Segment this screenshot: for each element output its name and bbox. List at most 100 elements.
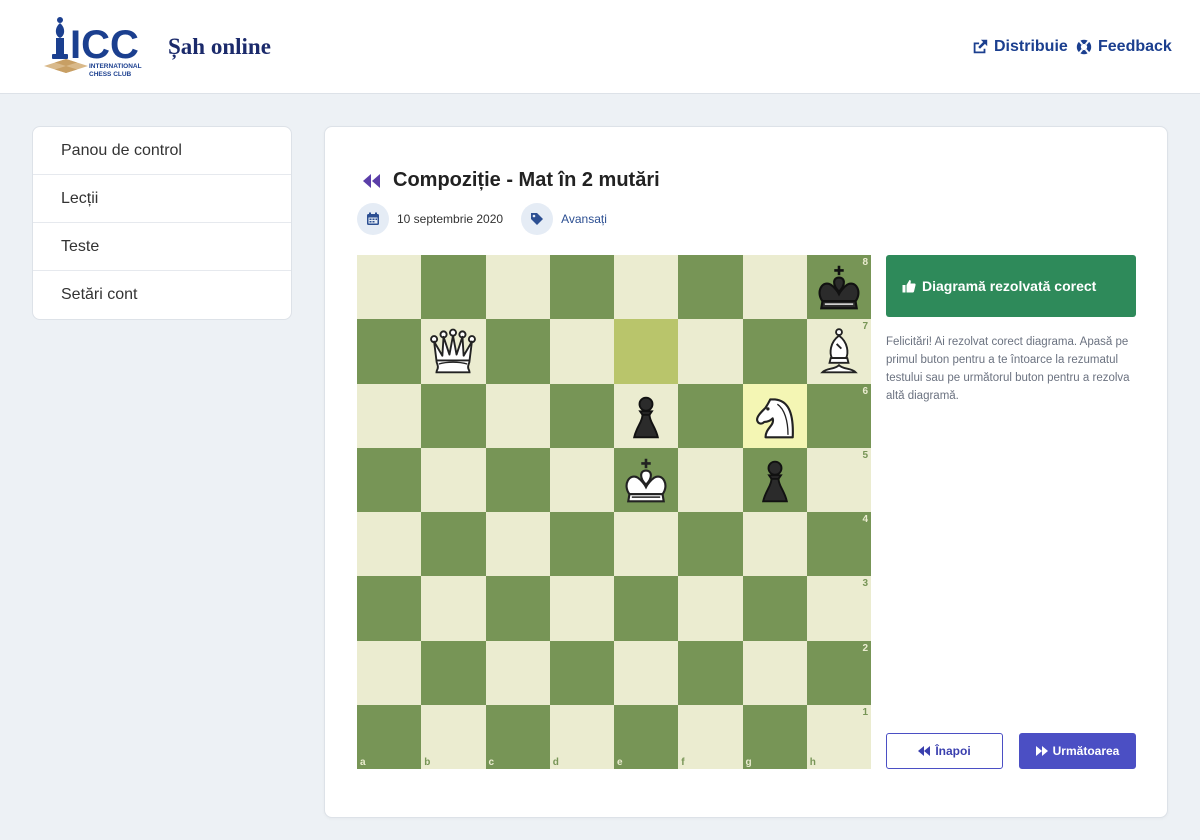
square-h5[interactable]: 5 xyxy=(806,447,871,512)
black-pawn-piece[interactable] xyxy=(749,454,801,506)
square-g2[interactable] xyxy=(742,640,807,705)
square-f3[interactable] xyxy=(678,576,743,641)
square-d7[interactable] xyxy=(549,319,614,384)
square-d8[interactable] xyxy=(549,255,614,320)
file-label: e xyxy=(617,757,623,768)
file-label: c xyxy=(488,757,495,768)
square-g7[interactable] xyxy=(742,319,807,384)
square-e4[interactable] xyxy=(614,512,679,577)
square-d1[interactable]: d xyxy=(549,704,614,769)
square-c2[interactable] xyxy=(485,640,550,705)
square-f5[interactable] xyxy=(678,447,743,512)
square-c4[interactable] xyxy=(485,512,550,577)
share-link[interactable]: Distribuie xyxy=(971,38,1068,56)
calendar-icon xyxy=(357,203,389,235)
logo-text: ICC xyxy=(70,23,139,67)
square-b5[interactable] xyxy=(421,447,486,512)
square-b4[interactable] xyxy=(421,512,486,577)
square-d5[interactable] xyxy=(549,447,614,512)
square-e8[interactable] xyxy=(614,255,679,320)
square-g6[interactable] xyxy=(742,383,807,448)
square-a6[interactable] xyxy=(357,383,422,448)
square-h6[interactable]: 6 xyxy=(806,383,871,448)
feedback-link[interactable]: Feedback xyxy=(1075,38,1172,56)
tag-icon xyxy=(521,203,554,235)
square-f7[interactable] xyxy=(678,319,743,384)
black-king-piece[interactable] xyxy=(813,261,865,313)
back-arrows-icon[interactable] xyxy=(361,172,383,190)
logo-subtext: CHESS CLUB xyxy=(89,71,132,78)
square-e6[interactable] xyxy=(614,383,679,448)
square-h7[interactable]: 7 xyxy=(806,319,871,384)
square-a1[interactable]: a xyxy=(357,704,422,769)
file-label: b xyxy=(424,757,431,768)
rank-label: 6 xyxy=(862,385,868,397)
square-f1[interactable]: f xyxy=(678,704,743,769)
square-c7[interactable] xyxy=(485,319,550,384)
white-king-piece[interactable] xyxy=(620,454,672,506)
sidebar-item-lessons[interactable]: Lecții xyxy=(33,175,291,223)
square-g1[interactable]: g xyxy=(742,704,807,769)
square-g4[interactable] xyxy=(742,512,807,577)
site-title[interactable]: Șah online xyxy=(168,34,271,60)
square-h4[interactable]: 4 xyxy=(806,512,871,577)
icc-logo[interactable]: ICC INTERNATIONAL CHESS CLUB xyxy=(30,14,162,80)
square-h8[interactable]: 8 xyxy=(806,255,871,320)
square-d4[interactable] xyxy=(549,512,614,577)
sidebar-item-dashboard[interactable]: Panou de control xyxy=(33,127,291,175)
square-f4[interactable] xyxy=(678,512,743,577)
next-button[interactable]: Următoarea xyxy=(1019,733,1136,769)
square-g3[interactable] xyxy=(742,576,807,641)
level-tag[interactable]: Avansați xyxy=(561,212,607,226)
square-d6[interactable] xyxy=(549,383,614,448)
square-c1[interactable]: c xyxy=(485,704,550,769)
square-b7[interactable] xyxy=(421,319,486,384)
title-row: Compoziție - Mat în 2 mutări xyxy=(361,169,660,192)
square-b1[interactable]: b xyxy=(421,704,486,769)
square-b3[interactable] xyxy=(421,576,486,641)
logo-subtext: INTERNATIONAL xyxy=(89,63,142,70)
square-a3[interactable] xyxy=(357,576,422,641)
file-label: a xyxy=(360,757,366,768)
square-b6[interactable] xyxy=(421,383,486,448)
square-f8[interactable] xyxy=(678,255,743,320)
rank-label: 1 xyxy=(862,706,868,718)
square-h1[interactable]: 1h xyxy=(806,704,871,769)
square-e3[interactable] xyxy=(614,576,679,641)
square-f6[interactable] xyxy=(678,383,743,448)
square-g8[interactable] xyxy=(742,255,807,320)
square-c6[interactable] xyxy=(485,383,550,448)
square-h3[interactable]: 3 xyxy=(806,576,871,641)
white-knight-piece[interactable] xyxy=(749,390,801,442)
square-a7[interactable] xyxy=(357,319,422,384)
square-g5[interactable] xyxy=(742,447,807,512)
rank-label: 5 xyxy=(862,449,868,461)
square-a4[interactable] xyxy=(357,512,422,577)
square-d2[interactable] xyxy=(549,640,614,705)
square-b2[interactable] xyxy=(421,640,486,705)
white-queen-piece[interactable] xyxy=(427,325,479,377)
square-e7[interactable] xyxy=(614,319,679,384)
square-e2[interactable] xyxy=(614,640,679,705)
square-e5[interactable] xyxy=(614,447,679,512)
sidebar-item-account-settings[interactable]: Setări cont xyxy=(33,271,291,319)
rank-label: 2 xyxy=(862,642,868,654)
square-h2[interactable]: 2 xyxy=(806,640,871,705)
black-pawn-piece[interactable] xyxy=(620,390,672,442)
square-a2[interactable] xyxy=(357,640,422,705)
square-a8[interactable] xyxy=(357,255,422,320)
exercise-title: Compoziție - Mat în 2 mutări xyxy=(393,169,660,191)
square-c3[interactable] xyxy=(485,576,550,641)
square-c5[interactable] xyxy=(485,447,550,512)
square-c8[interactable] xyxy=(485,255,550,320)
square-e1[interactable]: e xyxy=(614,704,679,769)
back-button[interactable]: Înapoi xyxy=(886,733,1003,769)
sidebar-item-tests[interactable]: Teste xyxy=(33,223,291,271)
square-d3[interactable] xyxy=(549,576,614,641)
square-b8[interactable] xyxy=(421,255,486,320)
square-f2[interactable] xyxy=(678,640,743,705)
white-bishop-piece[interactable] xyxy=(813,325,865,377)
file-label: f xyxy=(681,757,685,768)
exercise-card: Compoziție - Mat în 2 mutări 10 septembr… xyxy=(324,126,1168,818)
square-a5[interactable] xyxy=(357,447,422,512)
